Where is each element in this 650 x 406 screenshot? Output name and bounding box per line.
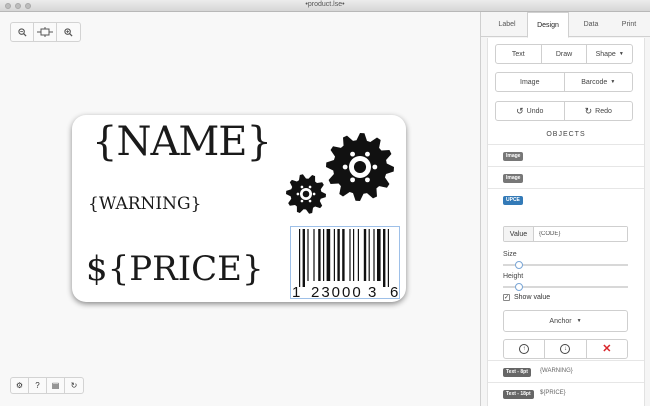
objects-header: OBJECTS (546, 131, 586, 138)
refresh-button[interactable]: ↻ (65, 378, 83, 393)
object-type-badge: Image (503, 174, 524, 183)
object-type-badge: UPCE (503, 196, 523, 205)
object-preview-text: {WARNING} (540, 368, 573, 374)
arrow-up-icon: ↑ (519, 344, 530, 354)
help-icon: ? (35, 381, 40, 390)
shape-dropdown[interactable]: Shape ▼ (587, 45, 632, 63)
undo-label: Undo (526, 107, 544, 115)
value-label: Value (504, 227, 534, 241)
redo-button[interactable]: ↻ Redo (565, 102, 633, 120)
object-preview-text: ${PRICE} (540, 390, 566, 396)
history-toolbar: ↺ Undo ↻ Redo (495, 101, 633, 121)
arrow-down-icon: ↓ (560, 344, 571, 354)
caret-down-icon: ▼ (610, 79, 616, 85)
caret-down-icon: ▼ (618, 51, 624, 57)
delete-x-icon: ✕ (602, 342, 612, 355)
tab-label[interactable]: Label (487, 12, 527, 37)
undo-icon: ↺ (516, 105, 524, 116)
help-button[interactable]: ? (29, 378, 47, 393)
anchor-label: Anchor (549, 317, 572, 325)
add-object-toolbar: Text Draw Shape ▼ (495, 44, 633, 64)
refresh-icon: ↻ (70, 381, 78, 390)
object-row-image-1[interactable]: Image (488, 144, 644, 166)
barcode-digit-check: 6 (390, 284, 399, 301)
settings-button[interactable]: ⚙ (11, 378, 29, 393)
object-type-badge: Image (503, 152, 524, 161)
label-card[interactable]: {NAME} {WARNING} ${PRICE} 1 23000 3 6 (72, 115, 406, 302)
add-image-label: Image (520, 78, 540, 86)
redo-icon: ↻ (584, 105, 593, 116)
price-text-object[interactable]: ${PRICE} (86, 249, 264, 289)
height-label: Height (503, 273, 524, 280)
object-row-image-2[interactable]: Image (488, 166, 644, 188)
barcode-bars (299, 229, 389, 287)
draw-button[interactable]: Draw (542, 45, 588, 63)
size-label: Size (503, 251, 517, 258)
barcode-digits-main: 23000 (311, 284, 363, 301)
delete-object-button[interactable]: ✕ (587, 340, 627, 358)
grid-button[interactable]: ▤ (47, 378, 65, 393)
barcode-object[interactable]: 1 23000 3 6 (290, 226, 400, 301)
zoom-out-icon (17, 27, 27, 37)
name-text-object[interactable]: {NAME} (92, 119, 272, 165)
object-type-badge: Text - 8pt (503, 368, 531, 377)
size-slider-handle[interactable] (514, 261, 523, 269)
zoom-in-button[interactable] (57, 23, 80, 41)
grid-icon: ▤ (51, 381, 60, 390)
design-tab-content: Text Draw Shape ▼ Image Barcode ▼ ↺ Undo ↻ R… (487, 38, 645, 406)
object-row-text-warning[interactable]: Text - 8pt {WARNING} (488, 360, 644, 382)
tab-data[interactable]: Data (571, 12, 611, 37)
barcode-label: Barcode (581, 78, 608, 86)
window-title: •product.lse• (305, 1, 345, 8)
caret-down-icon: ▼ (576, 318, 582, 324)
value-field: Value (503, 226, 628, 242)
zoom-out-button[interactable] (11, 23, 34, 41)
gear-icon: ⚙ (15, 381, 24, 390)
tab-print[interactable]: Print (609, 12, 649, 37)
redo-label: Redo (595, 107, 612, 115)
move-down-button[interactable]: ↓ (545, 340, 587, 358)
barcode-dropdown[interactable]: Barcode ▼ (565, 73, 633, 91)
show-value-checkbox-row[interactable]: ✓ Show value (503, 294, 550, 301)
barcode-digit-middle: 3 (368, 284, 377, 301)
object-actions: ↑ ↓ ✕ (503, 339, 628, 359)
panel-tabs: Label Design Data Print (481, 12, 650, 38)
canvas-bottom-toolbar: ⚙ ? ▤ ↻ (10, 377, 84, 394)
add-text-label: Text (511, 50, 525, 58)
zoom-in-icon (64, 27, 73, 37)
zoom-toolbar (10, 22, 81, 42)
object-row-text-price[interactable]: Text - 18pt ${PRICE} (488, 382, 644, 404)
undo-button[interactable]: ↺ Undo (496, 102, 565, 120)
height-slider[interactable] (503, 283, 628, 291)
fit-icon (37, 27, 53, 37)
show-value-checkbox[interactable]: ✓ (503, 294, 510, 301)
size-slider[interactable] (503, 261, 628, 269)
object-type-badge: Text - 18pt (503, 390, 534, 399)
value-input[interactable] (534, 227, 627, 241)
draw-label: Draw (555, 50, 573, 58)
add-image-button[interactable]: Image (496, 73, 565, 91)
fit-to-window-button[interactable] (34, 23, 57, 41)
tab-design[interactable]: Design (527, 12, 569, 38)
warning-text-object[interactable]: {WARNING} (88, 194, 201, 214)
design-canvas[interactable]: {NAME} {WARNING} ${PRICE} 1 23000 3 6 ⚙ … (0, 12, 480, 406)
small-gear-image[interactable] (285, 173, 327, 215)
add-text-button[interactable]: Text (496, 45, 542, 63)
large-gear-image[interactable] (325, 132, 395, 202)
move-up-button[interactable]: ↑ (504, 340, 546, 358)
anchor-dropdown[interactable]: Anchor ▼ (503, 310, 628, 332)
properties-panel: Label Design Data Print Text Draw Shape ▼… (480, 12, 650, 406)
shape-label: Shape (595, 50, 616, 58)
show-value-label: Show value (514, 294, 551, 301)
height-slider-handle[interactable] (514, 283, 523, 291)
add-media-toolbar: Image Barcode ▼ (495, 72, 633, 92)
window-titlebar: •product.lse• (0, 0, 650, 12)
barcode-digit-leading: 1 (292, 284, 301, 301)
